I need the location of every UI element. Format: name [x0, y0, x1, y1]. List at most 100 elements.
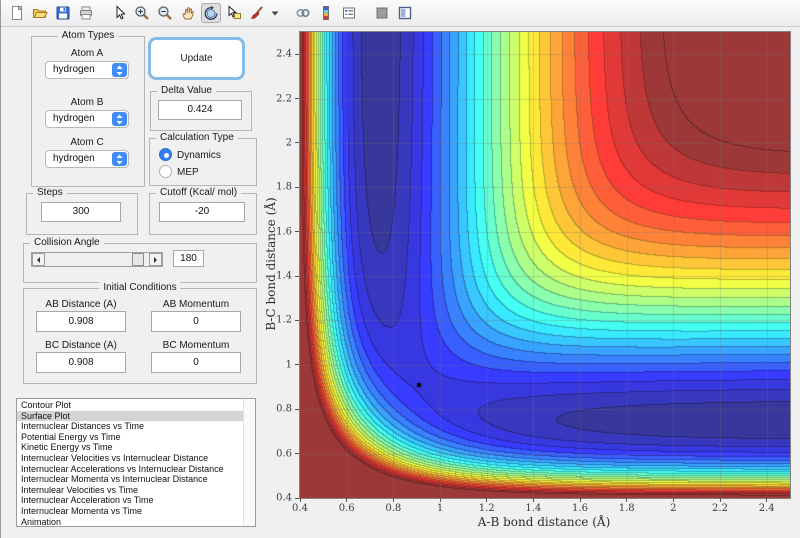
list-item[interactable]: Internulear Velocities vs Time	[17, 485, 244, 496]
bc-momentum-field[interactable]: 0	[151, 352, 241, 373]
atom-c-label: Atom C	[70, 137, 104, 148]
insert-colorbar-icon[interactable]	[316, 3, 336, 23]
figure-toolbar	[1, 0, 800, 27]
steps-field[interactable]: 300	[41, 202, 121, 222]
cutoff-field[interactable]: -20	[159, 202, 245, 222]
y-tick-label: 1.4	[276, 270, 292, 282]
y-tick-label: 1.6	[276, 226, 292, 238]
x-tick-label: 1.4	[525, 503, 542, 514]
bc-distance-field[interactable]: 0.908	[36, 352, 126, 373]
data-cursor-icon[interactable]	[224, 3, 244, 23]
brush-dropdown-icon[interactable]	[270, 3, 280, 23]
y-tick-mark	[295, 364, 299, 366]
zoom-out-icon[interactable]	[155, 3, 175, 23]
y-tick-mark	[295, 275, 299, 277]
x-tick-mark	[532, 498, 534, 502]
list-item[interactable]: Internuclear Momenta vs Internuclear Dis…	[17, 474, 244, 485]
radio-mep-label: MEP	[177, 167, 199, 178]
ab-momentum-field[interactable]: 0	[151, 311, 241, 332]
x-tick-label: 2.4	[758, 503, 775, 514]
atom-b-value: hydrogen	[53, 113, 95, 124]
slider-right-arrow[interactable]	[149, 253, 162, 266]
popup-arrows-icon	[112, 152, 127, 166]
atom-a-value: hydrogen	[53, 64, 95, 75]
y-tick-mark	[295, 231, 299, 233]
y-tick-mark	[295, 497, 299, 499]
radio-mep[interactable]	[159, 165, 172, 178]
brush-data-icon[interactable]	[247, 3, 267, 23]
y-tick-mark	[295, 98, 299, 100]
rotate-3d-icon[interactable]	[201, 3, 221, 23]
list-item[interactable]: Kinetic Energy vs Time	[17, 442, 244, 453]
y-tick-mark	[295, 186, 299, 188]
print-figure-icon[interactable]	[76, 3, 96, 23]
list-item[interactable]: Contour Plot	[17, 400, 244, 411]
x-tick-label: 0.6	[338, 503, 355, 514]
x-tick-mark	[299, 498, 301, 502]
dock-figure-icon[interactable]	[395, 3, 415, 23]
x-tick-label: 1.2	[478, 503, 495, 514]
popup-arrows-icon	[112, 112, 127, 126]
list-item[interactable]: Internuclear Accelerations vs Internucle…	[17, 464, 244, 475]
y-tick-label: 0.6	[276, 448, 292, 460]
open-file-icon[interactable]	[30, 3, 50, 23]
atom-types-title: Atom Types	[57, 30, 119, 41]
save-figure-icon[interactable]	[53, 3, 73, 23]
cutoff-title: Cutoff (Kcal/ mol)	[156, 187, 242, 198]
radio-dynamics-label: Dynamics	[177, 150, 221, 161]
y-tick-mark	[295, 453, 299, 455]
x-axis-label: A-B bond distance (Å)	[477, 515, 611, 529]
delta-value-field[interactable]: 0.424	[158, 100, 242, 120]
calculation-type-title: Calculation Type	[156, 132, 238, 143]
bc-momentum-label: BC Momentum	[162, 340, 230, 351]
insert-legend-icon[interactable]	[339, 3, 359, 23]
y-tick-label: 1.2	[276, 314, 292, 326]
collision-angle-field[interactable]: 180	[173, 250, 204, 267]
bc-distance-label: BC Distance (A)	[45, 340, 117, 351]
list-item[interactable]: Internuclear Distances vs Time	[17, 421, 244, 432]
hide-plot-tools-icon[interactable]	[372, 3, 392, 23]
x-tick-label: 2.2	[712, 503, 728, 514]
list-item[interactable]: Internuclear Velocities vs Internuclear …	[17, 453, 244, 464]
calculation-type-panel: Calculation Type	[149, 132, 257, 186]
y-tick-mark	[295, 53, 299, 55]
listbox-scrollbar[interactable]	[243, 399, 255, 526]
atom-c-value: hydrogen	[53, 153, 95, 164]
atom-b-label: Atom B	[70, 97, 104, 108]
atom-a-select[interactable]: hydrogen	[45, 61, 129, 79]
plot-type-listbox[interactable]: Contour Plot Surface Plot Internuclear Dis…	[16, 398, 256, 527]
list-item[interactable]: Animation	[17, 517, 244, 526]
x-tick-mark	[392, 498, 394, 502]
update-button[interactable]: Update	[148, 37, 245, 80]
collision-angle-title: Collision Angle	[30, 237, 104, 248]
contour-plot-canvas[interactable]	[299, 31, 791, 499]
y-tick-mark	[295, 142, 299, 144]
pan-icon[interactable]	[178, 3, 198, 23]
ab-distance-label: AB Distance (A)	[45, 299, 117, 310]
atom-b-select[interactable]: hydrogen	[45, 110, 129, 128]
matlab-figure-window: Atom Types Atom A hydrogen Atom B hydrog…	[0, 0, 800, 538]
radio-dynamics[interactable]	[159, 148, 172, 161]
list-item[interactable]: Internuclear Acceleration vs Time	[17, 495, 244, 506]
x-tick-label: 1	[436, 503, 444, 514]
x-tick-mark	[766, 498, 768, 502]
x-tick-label: 0.4	[292, 503, 308, 514]
list-item[interactable]: Internuclear Momenta vs Time	[17, 506, 244, 517]
list-item[interactable]: Surface Plot	[17, 410, 244, 422]
slider-thumb[interactable]	[132, 253, 145, 266]
y-tick-label: 2	[285, 137, 292, 149]
x-tick-label: 1.6	[572, 503, 588, 514]
atom-c-select[interactable]: hydrogen	[45, 150, 129, 168]
edit-plot-icon[interactable]	[109, 3, 129, 23]
x-tick-mark	[672, 498, 674, 502]
collision-angle-slider[interactable]	[31, 252, 163, 267]
x-tick-mark	[719, 498, 721, 502]
x-tick-label: 1.8	[618, 503, 635, 514]
ab-distance-field[interactable]: 0.908	[36, 311, 126, 332]
x-tick-mark	[579, 498, 581, 502]
slider-left-arrow[interactable]	[32, 253, 45, 266]
new-figure-icon[interactable]	[7, 3, 27, 23]
list-item[interactable]: Potential Energy vs Time	[17, 432, 244, 443]
link-plot-icon[interactable]	[293, 3, 313, 23]
zoom-in-icon[interactable]	[132, 3, 152, 23]
